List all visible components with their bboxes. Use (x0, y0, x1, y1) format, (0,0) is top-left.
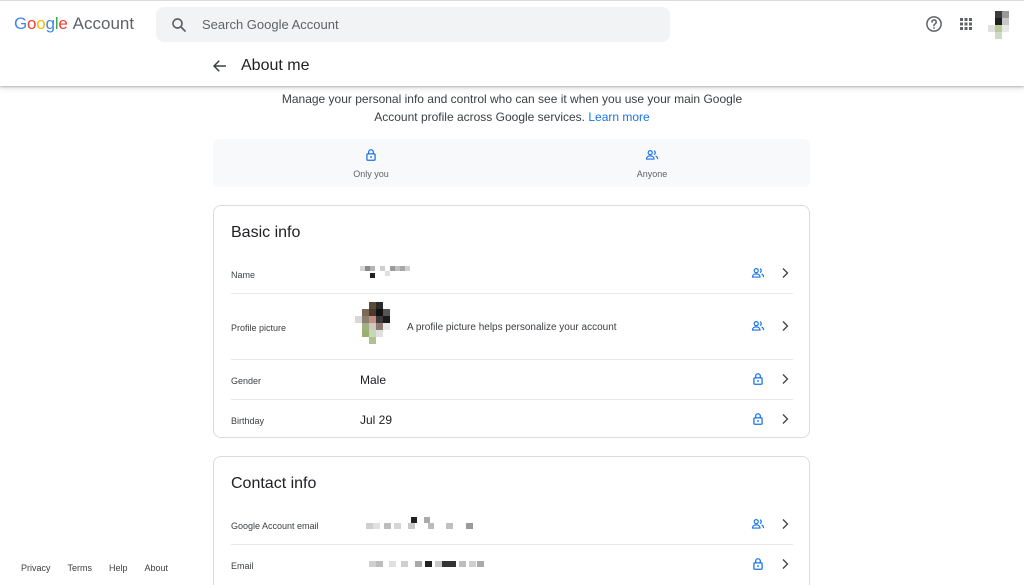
chevron-right-icon[interactable] (779, 320, 791, 332)
basic-info-card: Basic info Name Profile picture A profil… (213, 205, 810, 438)
legend-label: Only you (353, 169, 389, 179)
redacted-email (366, 517, 473, 529)
chevron-right-icon[interactable] (779, 558, 791, 570)
intro-text: Manage your personal info and control wh… (280, 90, 744, 126)
learn-more-link[interactable]: Learn more (588, 110, 649, 124)
google-account-email-row[interactable]: Google Account email (231, 505, 793, 545)
back-arrow-icon[interactable] (211, 57, 229, 75)
search-input[interactable] (202, 17, 642, 32)
gender-value: Male (360, 373, 387, 387)
help-icon[interactable] (925, 15, 943, 33)
logo-letter: g (45, 14, 55, 33)
footer-links: Privacy Terms Help About (21, 563, 185, 573)
row-label: Birthday (231, 416, 265, 426)
footer-privacy-link[interactable]: Privacy (21, 563, 51, 573)
profile-picture-row[interactable]: Profile picture A profile picture helps … (231, 294, 793, 360)
legend-only-you: Only you (311, 148, 431, 179)
intro-description: Manage your personal info and control wh… (281, 92, 743, 124)
chevron-right-icon[interactable] (779, 518, 791, 530)
row-label: Email (231, 561, 254, 571)
card-title: Contact info (231, 475, 317, 492)
page-heading: About me (211, 57, 309, 75)
chevron-right-icon[interactable] (779, 413, 791, 425)
footer-help-link[interactable]: Help (109, 563, 128, 573)
account-avatar[interactable] (988, 11, 1016, 39)
page-title: About me (241, 57, 310, 74)
row-label: Google Account email (231, 521, 319, 531)
lock-icon (753, 413, 763, 425)
footer-terms-link[interactable]: Terms (68, 563, 93, 573)
email-row[interactable]: Email (231, 545, 793, 585)
visibility-legend: Only you Anyone (213, 139, 810, 187)
logo-letter: o (27, 14, 37, 33)
contact-info-card: Contact info Google Account email Email (213, 456, 810, 585)
apps-grid-icon[interactable] (957, 15, 975, 33)
search-icon[interactable] (170, 16, 188, 34)
birthday-value: Jul 29 (360, 413, 393, 427)
lock-icon (753, 558, 763, 570)
gender-row[interactable]: Gender Male (231, 360, 793, 400)
row-label: Name (231, 270, 256, 280)
profile-picture-thumbnail[interactable] (355, 302, 405, 348)
lock-icon (753, 373, 763, 385)
logo-letter: G (14, 14, 28, 33)
chevron-right-icon[interactable] (779, 267, 791, 279)
redacted-name (360, 266, 410, 278)
row-label: Profile picture (231, 323, 287, 333)
birthday-row[interactable]: Birthday Jul 29 (231, 400, 793, 438)
top-bar: Google Account About me (0, 0, 1024, 86)
name-row[interactable]: Name (231, 254, 793, 294)
logo-letter: e (58, 14, 68, 33)
legend-anyone: Anyone (592, 148, 712, 179)
profile-picture-hint: A profile picture helps personalize your… (407, 322, 617, 333)
redacted-email (369, 561, 484, 567)
google-account-logo[interactable]: Google Account (14, 14, 134, 34)
card-title: Basic info (231, 224, 301, 241)
people-icon (751, 268, 765, 278)
legend-label: Anyone (636, 169, 668, 179)
people-icon (751, 321, 765, 331)
logo-account-word: Account (72, 14, 135, 33)
chevron-right-icon[interactable] (779, 373, 791, 385)
search-box[interactable] (156, 7, 670, 42)
people-icon (645, 150, 659, 160)
lock-icon (366, 149, 376, 161)
people-icon (751, 519, 765, 529)
logo-letter: o (36, 14, 46, 33)
row-label: Gender (231, 376, 262, 386)
footer-about-link[interactable]: About (145, 563, 169, 573)
